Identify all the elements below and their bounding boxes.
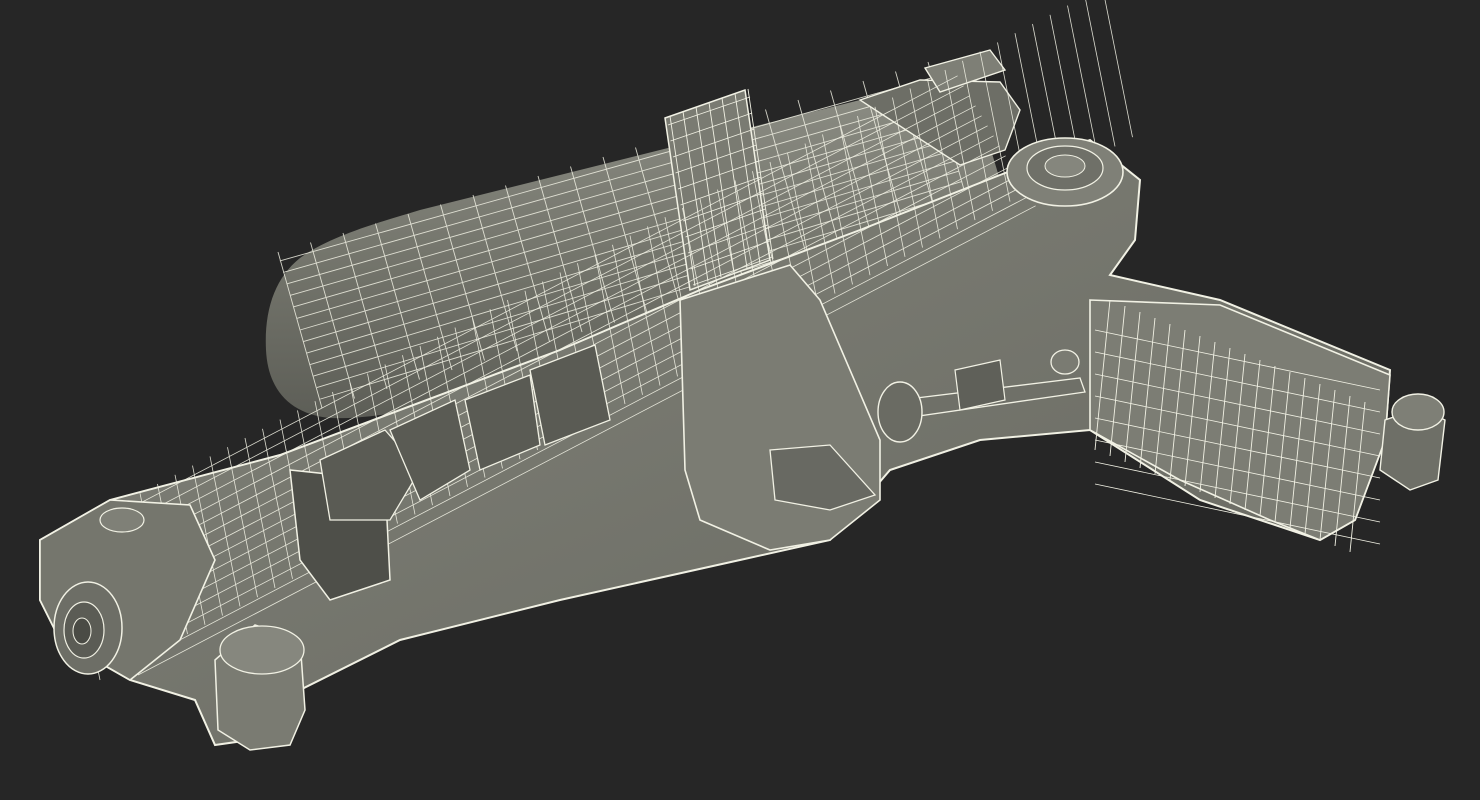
wireframe-render	[0, 0, 1480, 800]
top-knob	[1006, 137, 1124, 207]
render-viewport	[0, 0, 1480, 800]
